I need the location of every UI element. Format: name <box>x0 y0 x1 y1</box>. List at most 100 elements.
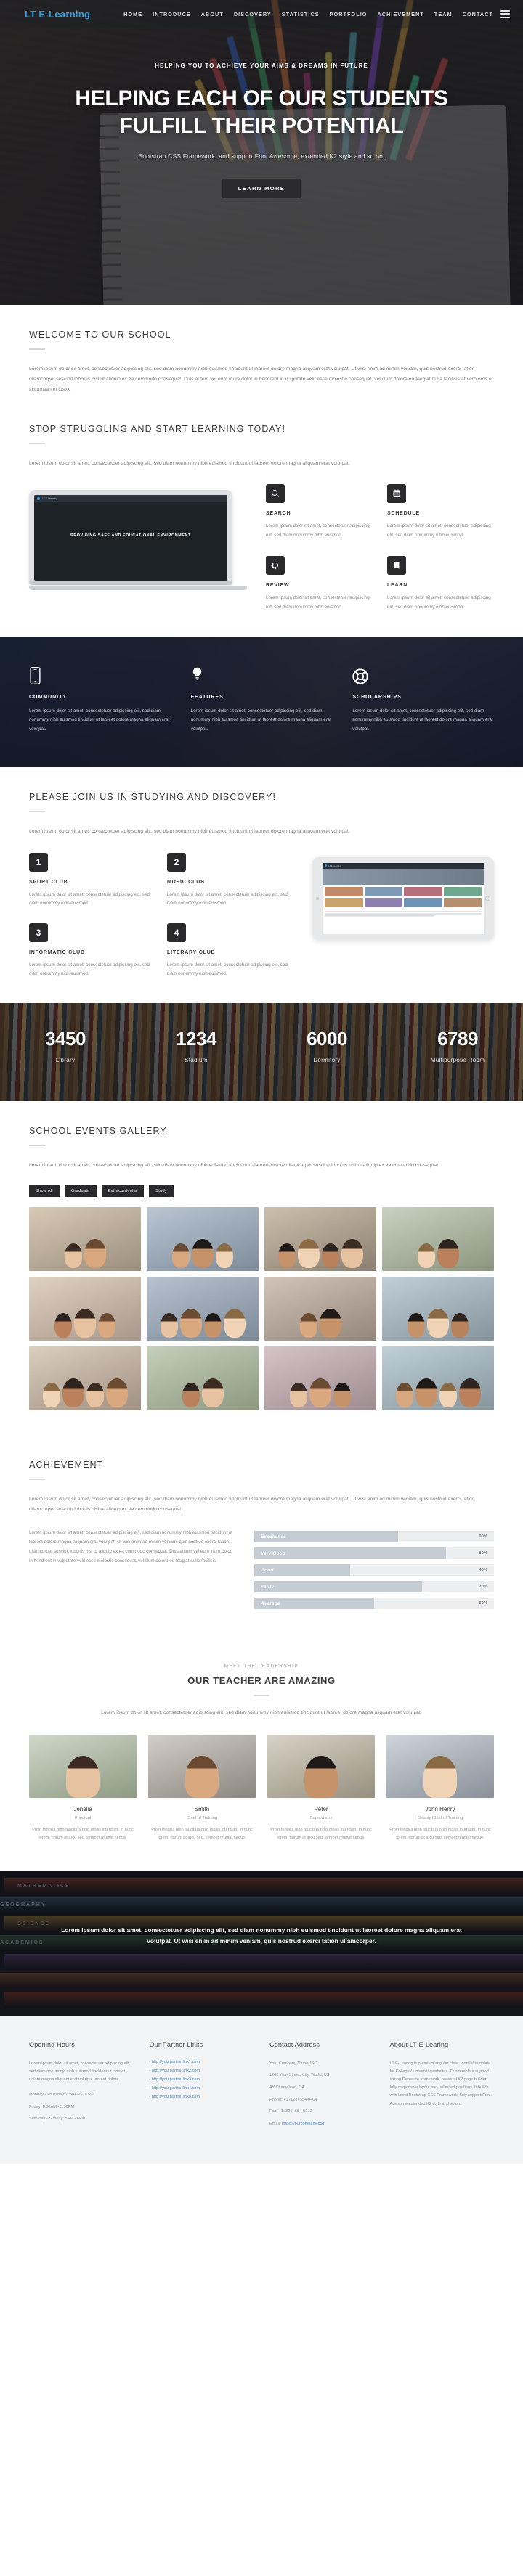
nav-item-statistics[interactable]: STATISTICS <box>282 11 320 17</box>
contact-email-link[interactable]: info@yourcompany.com <box>282 2122 325 2126</box>
nav-item-discovery[interactable]: DISCOVERY <box>234 11 272 17</box>
progress-label: Excellence <box>261 1534 287 1540</box>
gallery-photo[interactable] <box>29 1346 141 1411</box>
tablet-thumb <box>443 886 482 896</box>
laptop-caption: PROVIDING SAFE AND EDUCATIONAL ENVIRONME… <box>70 533 191 539</box>
divider <box>29 1479 45 1481</box>
club-card: 3 INFORMATIC CLUB Lorem ipsum dolor sit am… <box>29 923 153 979</box>
feature-title: REVIEW <box>266 583 290 589</box>
gallery-photo[interactable] <box>264 1207 376 1272</box>
team-member-desc: Proin fringilla nibh faucibus odio molli… <box>270 1827 372 1840</box>
gallery-body: Lorem ipsum dolor sit amet, consectetuer… <box>29 1163 440 1169</box>
gallery-section: SCHOOL EVENTS GALLERY Lorem ipsum dolor … <box>0 1101 523 1435</box>
footer-hours-body: Lorem ipsum dolor sit amet, consectetuer… <box>29 2061 131 2082</box>
feature-card: LEARN Lorem ipsum dolor sit amet, consect… <box>387 556 494 612</box>
divider <box>29 1145 45 1147</box>
contact-phone: Phone: +1 (123) 554-0404 <box>269 2097 317 2102</box>
partner-link[interactable]: - http://yourpartnerlink3.com <box>150 2077 200 2082</box>
club-card: 2 MUSIC CLUB Lorem ipsum dolor sit amet, c… <box>167 852 291 909</box>
partner-link-item: - http://yourpartnerlink4.com <box>150 2086 254 2090</box>
progress-label: Fairly <box>261 1584 275 1590</box>
progress-percent: 50% <box>479 1601 487 1606</box>
gallery-photo[interactable] <box>382 1277 494 1341</box>
nav-item-portfolio[interactable]: PORTFOLIO <box>330 11 368 17</box>
gallery-filter-study[interactable]: Study <box>149 1185 174 1198</box>
gallery-filters: Show All Graduate Extracurricular Study <box>29 1185 494 1198</box>
achievement-title: ACHIEVEMENT <box>29 1460 104 1471</box>
gallery-photo[interactable] <box>264 1277 376 1341</box>
gallery-photo[interactable] <box>29 1207 141 1272</box>
gallery-grid <box>29 1207 494 1411</box>
tablet-thumb <box>443 897 482 907</box>
gallery-photo[interactable] <box>147 1346 259 1411</box>
calendar-icon[interactable] <box>387 484 406 504</box>
counter-item: 1234 Stadium <box>131 1029 262 1063</box>
footer-about-body: LT E-Learing is premium angular clear Jo… <box>389 2061 491 2106</box>
divider <box>29 348 45 350</box>
contact-country: AY Chameleon, CA <box>269 2085 304 2090</box>
team-member-desc: Proin fringilla nibh faucibus odio molli… <box>32 1827 134 1840</box>
team-member-desc: Proin fringilla nibh faucibus odio molli… <box>389 1827 491 1840</box>
gallery-photo[interactable] <box>29 1277 141 1341</box>
learn-more-button[interactable]: LEARN MORE <box>222 179 301 198</box>
team-member-card: Jenelia Principal Proin fringilla nibh fau… <box>29 1735 137 1842</box>
footer-hours: Opening Hours Lorem ipsum dolor sit amet… <box>29 2041 134 2133</box>
progress-bar: Good 40% <box>254 1564 494 1576</box>
partner-link[interactable]: - http://yourpartnerlink1.com <box>150 2060 200 2064</box>
achievement-section: ACHIEVEMENT Lorem ipsum dolor sit amet, … <box>0 1435 523 1639</box>
gallery-photo[interactable] <box>382 1207 494 1272</box>
hero-section: LT E-Learning HOME INTRODUCE ABOUT DISCOVER… <box>0 0 523 305</box>
gallery-photo[interactable] <box>382 1346 494 1411</box>
lightbulb-icon <box>191 666 333 684</box>
search-icon[interactable] <box>266 484 285 504</box>
team-member-desc: Proin fringilla nibh faucibus odio molli… <box>151 1827 253 1840</box>
counter-value: 6000 <box>307 1028 347 1050</box>
nav-item-about[interactable]: ABOUT <box>201 11 224 17</box>
parallax-feature-card: FEATURES Lorem ipsum dolor sit amet, cons… <box>191 666 333 734</box>
gallery-filter-show-all[interactable]: Show All <box>29 1185 60 1198</box>
contact-address: 1202 Your Street, City, World, US <box>269 2073 330 2078</box>
team-member-name: Smith <box>194 1805 210 1812</box>
partner-link[interactable]: - http://yourpartnerlink4.com <box>150 2086 200 2090</box>
club-number: 2 <box>167 852 186 872</box>
footer-contact: Contact Address Your Company Name JSC 12… <box>269 2041 374 2133</box>
opening-hours-line: Monday - Thursday: 8:30AM - 10PM <box>29 2093 95 2098</box>
nav-item-achievement[interactable]: ACHIEVEMENT <box>378 11 424 17</box>
feature-card: REVIEW Lorem ipsum dolor sit amet, consec… <box>266 556 373 612</box>
bookmark-icon[interactable] <box>387 556 406 576</box>
gallery-filter-graduate[interactable]: Graduate <box>64 1185 97 1198</box>
hamburger-icon[interactable] <box>500 9 510 18</box>
nav-item-contact[interactable]: CONTACT <box>463 11 493 17</box>
gallery-photo[interactable] <box>147 1207 259 1272</box>
gallery-photo[interactable] <box>264 1346 376 1411</box>
progress-bar: Very Good 80% <box>254 1547 494 1559</box>
footer-about: About LT E-Learing LT E-Learing is premi… <box>390 2041 495 2133</box>
team-member-role: Principal <box>74 1815 92 1820</box>
site-logo[interactable]: LT E-Learning <box>25 9 90 20</box>
nav-item-introduce[interactable]: INTRODUCE <box>153 11 191 17</box>
contact-email-row: Email: info@yourcompany.com <box>269 2120 374 2128</box>
team-kicker: MEET THE LEADERSHIP <box>224 1664 299 1669</box>
footer-about-title: About LT E-Learing <box>389 2040 449 2048</box>
clubs-grid: 1 SPORT CLUB Lorem ipsum dolor sit amet, c… <box>29 852 291 979</box>
nav-item-home[interactable]: HOME <box>123 11 142 17</box>
feature-text: Lorem ipsum dolor sit amet, consectetuer… <box>387 523 491 538</box>
team-section: MEET THE LEADERSHIP OUR TEACHER ARE AMAZ… <box>0 1639 523 1871</box>
nav-item-team[interactable]: TEAM <box>434 11 453 17</box>
cta-section: MATHEMATICSGEOGRAPHYSCIENCEACADEMICS Lor… <box>0 1870 523 2016</box>
gallery-filter-extracurricular[interactable]: Extracurricular <box>101 1185 145 1198</box>
struggle-section: STOP STRUGGLING AND START LEARNING TODAY… <box>0 420 523 637</box>
parallax-features-section: COMMUNITY Lorem ipsum dolor sit amet, con… <box>0 637 523 767</box>
gallery-photo[interactable] <box>147 1277 259 1341</box>
footer-partners: Our Partner Links - http://yourpartnerli… <box>150 2041 254 2133</box>
team-body: Lorem ipsum dolor sit amet, consectetuer… <box>101 1710 422 1715</box>
progress-percent: 60% <box>479 1534 487 1539</box>
hero-description: Bootstrap CSS Framework, and support Fon… <box>138 152 385 160</box>
hero-title: HELPING EACH OF OUR STUDENTS FULFILL THE… <box>75 86 448 138</box>
partner-link[interactable]: - http://yourpartnerlink2.com <box>150 2069 200 2073</box>
progress-bar: Fairly 70% <box>254 1581 494 1592</box>
parallax-feature-title: SCHOLARSHIPS <box>352 695 402 700</box>
refresh-icon[interactable] <box>266 556 285 576</box>
partner-link[interactable]: - http://yourpartnerlink5.com <box>150 2095 200 2099</box>
team-member-photo <box>267 1735 375 1798</box>
